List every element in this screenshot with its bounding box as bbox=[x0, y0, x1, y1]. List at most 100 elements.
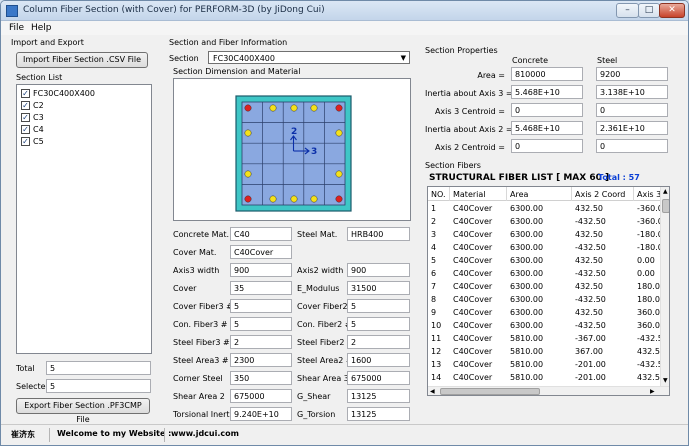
inertia3-concrete-field: 5.468E+10 bbox=[511, 85, 583, 99]
list-item[interactable]: ✓ C4 bbox=[21, 124, 151, 136]
shear-area3-field[interactable]: 675000 bbox=[347, 371, 410, 385]
export-pf3cmp-button[interactable]: Export Fiber Section .PF3CMP File bbox=[16, 398, 150, 424]
table-row[interactable]: 14 C40Cover 5810.00 -201.00 432.5 bbox=[428, 371, 660, 382]
table-row[interactable]: 8 C40Cover 6300.00 -432.50 180.0 bbox=[428, 293, 660, 306]
minimize-button[interactable]: – bbox=[616, 3, 639, 18]
total-label: Total bbox=[16, 364, 35, 373]
steel-area3-field[interactable]: 2300 bbox=[230, 353, 292, 367]
scroll-up-icon[interactable]: ▲ bbox=[663, 188, 668, 195]
table-row[interactable]: 2 C40Cover 6300.00 -432.50 -360.0 bbox=[428, 215, 660, 228]
cell-axis2: -432.50 bbox=[575, 295, 606, 304]
cover-fiber2-field[interactable]: 5 bbox=[347, 299, 410, 313]
table-row[interactable]: 3 C40Cover 6300.00 432.50 -180.0 bbox=[428, 228, 660, 241]
cell-material: C40Cover bbox=[453, 269, 493, 278]
list-item[interactable]: ✓ C3 bbox=[21, 112, 151, 124]
fiber-table[interactable]: NO. Material Area Axis 2 Coord Axis 3 1 C… bbox=[427, 186, 670, 396]
centroid3-label: Axis 3 Centroid = bbox=[434, 107, 505, 116]
table-row[interactable]: 9 C40Cover 6300.00 432.50 360.0 bbox=[428, 306, 660, 319]
status-bar: 崔济东 Welcome to my Website : www.jdcui.co… bbox=[1, 424, 688, 445]
section-diagram: 2 3 bbox=[235, 95, 352, 212]
hscrollbar-thumb[interactable] bbox=[440, 388, 540, 395]
col-axis2-coord[interactable]: Axis 2 Coord bbox=[572, 187, 634, 201]
table-row[interactable]: 12 C40Cover 5810.00 367.00 432.5 bbox=[428, 345, 660, 358]
steel-fiber2-field[interactable]: 2 bbox=[347, 335, 410, 349]
cell-axis2: 367.00 bbox=[575, 347, 603, 356]
con-fiber3-field[interactable]: 5 bbox=[230, 317, 292, 331]
e-modulus-field[interactable]: 31500 bbox=[347, 281, 410, 295]
section-label: Section bbox=[169, 54, 199, 63]
col-no[interactable]: NO. bbox=[428, 187, 450, 201]
col-material[interactable]: Material bbox=[450, 187, 507, 201]
concrete-mat-field[interactable]: C40 bbox=[230, 227, 292, 241]
g-shear-field[interactable]: 13125 bbox=[347, 389, 410, 403]
cell-area: 6300.00 bbox=[510, 243, 544, 252]
scroll-left-icon[interactable]: ◀ bbox=[430, 388, 435, 395]
vertical-scrollbar[interactable]: ▲ ▼ bbox=[660, 187, 669, 386]
cell-no: 5 bbox=[431, 256, 437, 265]
steel-fiber3-label: Steel Fiber3 # bbox=[173, 338, 230, 347]
list-item[interactable]: ✓ C5 bbox=[21, 136, 151, 148]
app-icon bbox=[6, 5, 18, 17]
table-row[interactable]: 11 C40Cover 5810.00 -367.00 -432.5 bbox=[428, 332, 660, 345]
import-csv-button[interactable]: Import Fiber Section .CSV File bbox=[16, 52, 148, 68]
table-row[interactable]: 1 C40Cover 6300.00 432.50 -360.0 bbox=[428, 202, 660, 215]
checkbox[interactable]: ✓ bbox=[21, 89, 30, 98]
steel-mat-label: Steel Mat. bbox=[297, 230, 338, 239]
menu-help[interactable]: Help bbox=[31, 23, 52, 33]
list-item[interactable]: ✓ FC30C400X400 bbox=[21, 88, 151, 100]
maximize-button[interactable]: □ bbox=[638, 3, 660, 18]
cell-material: C40Cover bbox=[453, 373, 493, 382]
table-row[interactable]: 6 C40Cover 6300.00 -432.50 0.00 bbox=[428, 267, 660, 280]
corner-steel-field[interactable]: 350 bbox=[230, 371, 292, 385]
section-list[interactable]: ✓ FC30C400X400 ✓ C2 ✓ C3 ✓ C4 ✓ C5 bbox=[16, 84, 152, 354]
cell-area: 6300.00 bbox=[510, 256, 544, 265]
fiber-total: Total : 57 bbox=[598, 173, 640, 182]
cell-area: 6300.00 bbox=[510, 217, 544, 226]
scroll-down-icon[interactable]: ▼ bbox=[663, 377, 668, 384]
col-steel-header: Steel bbox=[597, 56, 618, 65]
steel-fiber3-field[interactable]: 2 bbox=[230, 335, 292, 349]
cover-fiber3-field[interactable]: 5 bbox=[230, 299, 292, 313]
scrollbar-thumb[interactable] bbox=[662, 199, 669, 213]
cell-axis3: 0.00 bbox=[637, 256, 655, 265]
cell-axis2: 432.50 bbox=[575, 282, 603, 291]
g-torsion-field[interactable]: 13125 bbox=[347, 407, 410, 421]
shear-area2-field[interactable]: 675000 bbox=[230, 389, 292, 403]
cell-axis3: -180.0 bbox=[637, 243, 660, 252]
con-fiber2-field[interactable]: 5 bbox=[347, 317, 410, 331]
col-axis3-coord[interactable]: Axis 3 bbox=[634, 187, 661, 201]
table-row[interactable]: 7 C40Cover 6300.00 432.50 180.0 bbox=[428, 280, 660, 293]
col-area[interactable]: Area bbox=[507, 187, 572, 201]
cell-axis3: -180.0 bbox=[637, 230, 660, 239]
menu-file[interactable]: File bbox=[9, 23, 24, 33]
axis2-width-field[interactable]: 900 bbox=[347, 263, 410, 277]
torsional-inertia-field[interactable]: 9.240E+10 bbox=[230, 407, 292, 421]
cell-area: 6300.00 bbox=[510, 321, 544, 330]
scroll-right-icon[interactable]: ▶ bbox=[650, 388, 655, 395]
checkbox[interactable]: ✓ bbox=[21, 101, 30, 110]
cell-axis3: -360.0 bbox=[637, 217, 660, 226]
website-link[interactable]: www.jdcui.com bbox=[171, 429, 239, 438]
table-row[interactable]: 10 C40Cover 6300.00 -432.50 360.0 bbox=[428, 319, 660, 332]
horizontal-scrollbar[interactable]: ◀ ▶ bbox=[428, 386, 669, 395]
section-select[interactable]: FC30C400X400 ▼ bbox=[208, 51, 410, 64]
close-button[interactable]: ✕ bbox=[659, 3, 685, 18]
steel-mat-field[interactable]: HRB400 bbox=[347, 227, 410, 241]
cell-no: 9 bbox=[431, 308, 437, 317]
checkbox[interactable]: ✓ bbox=[21, 113, 30, 122]
table-row[interactable]: 5 C40Cover 6300.00 432.50 0.00 bbox=[428, 254, 660, 267]
cover-mat-field[interactable]: C40Cover bbox=[230, 245, 292, 259]
table-row[interactable]: 13 C40Cover 5810.00 -201.00 -432.5 bbox=[428, 358, 660, 371]
cell-axis3: 360.0 bbox=[637, 308, 660, 317]
cell-axis2: 432.50 bbox=[575, 204, 603, 213]
section-drawing: 2 3 bbox=[173, 78, 411, 221]
inertia2-label: Inertia about Axis 2 = bbox=[425, 125, 513, 134]
steel-area2-field[interactable]: 1600 bbox=[347, 353, 410, 367]
checkbox[interactable]: ✓ bbox=[21, 137, 30, 146]
cover-field[interactable]: 35 bbox=[230, 281, 292, 295]
checkbox[interactable]: ✓ bbox=[21, 125, 30, 134]
axis3-width-field[interactable]: 900 bbox=[230, 263, 292, 277]
col-concrete-header: Concrete bbox=[512, 56, 549, 65]
list-item[interactable]: ✓ C2 bbox=[21, 100, 151, 112]
table-row[interactable]: 4 C40Cover 6300.00 -432.50 -180.0 bbox=[428, 241, 660, 254]
